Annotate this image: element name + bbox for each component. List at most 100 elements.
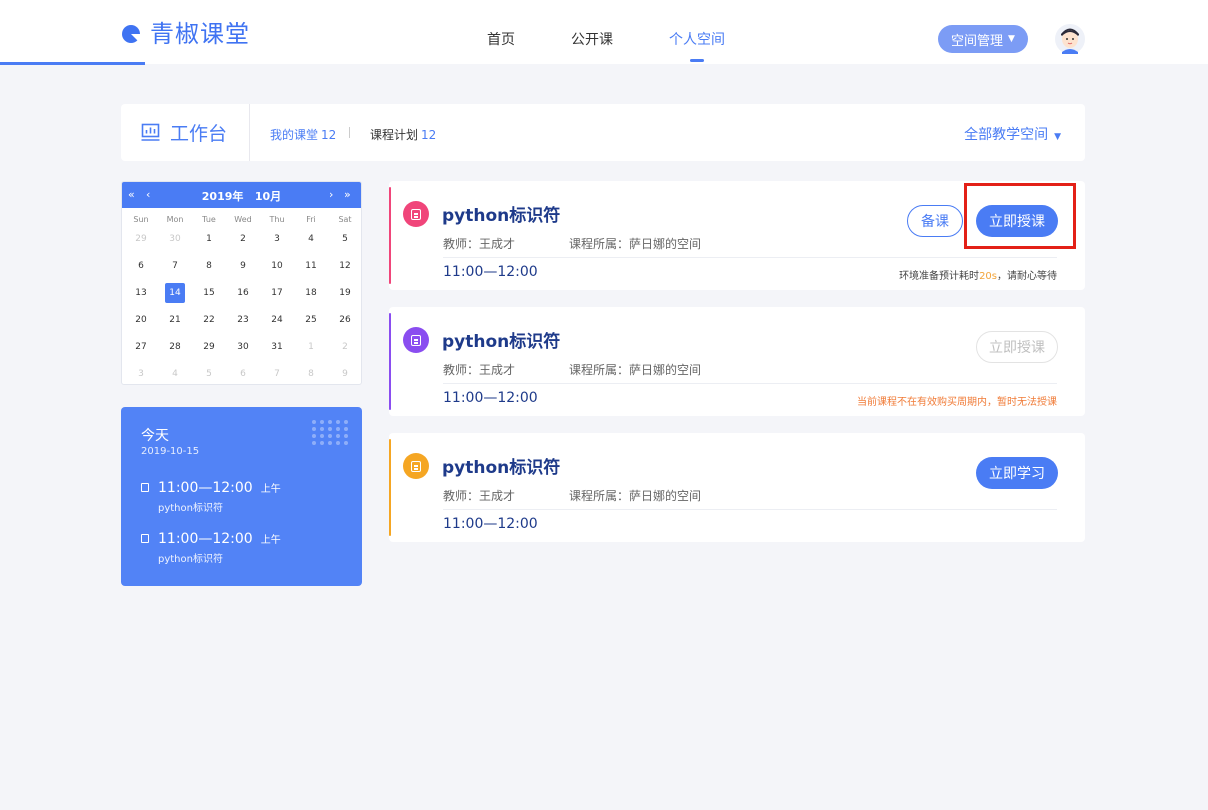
calendar-note-icon xyxy=(141,534,149,543)
logo-text: 青椒课堂 xyxy=(150,20,250,48)
all-spaces-dropdown[interactable]: 全部教学空间 ▼ xyxy=(964,124,1061,144)
calendar-day[interactable]: 18 xyxy=(294,280,328,307)
calendar-day[interactable]: 31 xyxy=(260,334,294,361)
calendar-month: 10月 xyxy=(254,190,282,203)
main-nav: 首页 公开课 个人空间 xyxy=(487,0,781,64)
calendar-day[interactable]: 28 xyxy=(158,334,192,361)
workbench-title: 工作台 xyxy=(141,104,227,161)
calendar-day[interactable]: 9 xyxy=(226,253,260,280)
nav-home[interactable]: 首页 xyxy=(487,0,515,64)
course-book-icon xyxy=(403,453,429,479)
calendar-day[interactable]: 8 xyxy=(192,253,226,280)
today-item-time: 11:00—12:00 上午 xyxy=(158,531,281,547)
calendar-day[interactable]: 30 xyxy=(158,226,192,253)
decor-dot xyxy=(312,434,316,438)
calendar-day[interactable]: 30 xyxy=(226,334,260,361)
decor-dot xyxy=(312,427,316,431)
weekday-label: Wed xyxy=(234,215,252,224)
next-year-icon[interactable]: » xyxy=(344,188,351,201)
calendar-day[interactable]: 2 xyxy=(328,334,361,361)
nav-open-course[interactable]: 公开课 xyxy=(571,0,613,64)
calendar-day[interactable]: 7 xyxy=(158,253,192,280)
divider xyxy=(443,257,1057,258)
calendar-day[interactable]: 7 xyxy=(260,361,294,384)
course-teacher: 教师：王成才 xyxy=(443,237,516,251)
course-title[interactable]: python标识符 xyxy=(442,201,560,226)
calendar-day[interactable]: 14 xyxy=(158,280,192,307)
note-highlight: 20s xyxy=(979,271,997,282)
decor-dot xyxy=(336,420,340,424)
calendar-day[interactable]: 1 xyxy=(294,334,328,361)
next-month-icon[interactable]: › xyxy=(329,188,333,201)
calendar-day[interactable]: 29 xyxy=(192,334,226,361)
weekday-label: Fri xyxy=(306,215,316,224)
calendar: « ‹ 2019年 10月 › » Sun Mon Tue Wed Thu Fri Sat 2… xyxy=(121,181,362,385)
calendar-day[interactable]: 3 xyxy=(124,361,158,384)
calendar-day[interactable]: 22 xyxy=(192,307,226,334)
decor-dot xyxy=(320,434,324,438)
decor-dot xyxy=(320,441,324,445)
calendar-day[interactable]: 17 xyxy=(260,280,294,307)
course-title[interactable]: python标识符 xyxy=(442,453,560,478)
calendar-day[interactable]: 8 xyxy=(294,361,328,384)
calendar-day[interactable]: 25 xyxy=(294,307,328,334)
start-learning-button[interactable]: 立即学习 xyxy=(976,457,1058,489)
weekday-label: Thu xyxy=(269,215,285,224)
calendar-year: 2019年 xyxy=(201,190,244,203)
calendar-day[interactable]: 11 xyxy=(294,253,328,280)
logo[interactable]: 青椒课堂 xyxy=(120,22,250,46)
calendar-day[interactable]: 6 xyxy=(226,361,260,384)
calendar-day[interactable]: 19 xyxy=(328,280,361,307)
course-status-note: 环境准备预计耗时20s，请耐心等待 xyxy=(899,267,1057,282)
calendar-day[interactable]: 27 xyxy=(124,334,158,361)
calendar-day[interactable]: 20 xyxy=(124,307,158,334)
course-book-icon xyxy=(403,327,429,353)
calendar-day[interactable]: 4 xyxy=(158,361,192,384)
nav-personal-space[interactable]: 个人空间 xyxy=(669,0,725,64)
weekday-label: Mon xyxy=(166,215,184,224)
space-management-button[interactable]: 空间管理 ▼ xyxy=(938,25,1028,53)
calendar-day[interactable]: 15 xyxy=(192,280,226,307)
calendar-day[interactable]: 12 xyxy=(328,253,361,280)
calendar-day[interactable]: 6 xyxy=(124,253,158,280)
calendar-day[interactable]: 4 xyxy=(294,226,328,253)
calendar-day[interactable]: 3 xyxy=(260,226,294,253)
calendar-day[interactable]: 9 xyxy=(328,361,361,384)
calendar-day[interactable]: 23 xyxy=(226,307,260,334)
divider xyxy=(443,509,1057,510)
user-avatar[interactable] xyxy=(1055,24,1085,54)
start-teaching-button-disabled[interactable]: 立即授课 xyxy=(976,331,1058,363)
calendar-day[interactable]: 2 xyxy=(226,226,260,253)
today-item-name: python标识符 xyxy=(158,554,223,565)
calendar-day[interactable]: 13 xyxy=(124,280,158,307)
tab-separator xyxy=(349,127,350,138)
calendar-day[interactable]: 1 xyxy=(192,226,226,253)
calendar-day[interactable]: 26 xyxy=(328,307,361,334)
calendar-day[interactable]: 21 xyxy=(158,307,192,334)
highlight-annotation-box xyxy=(964,183,1076,249)
decor-dot xyxy=(328,420,332,424)
today-item-time-text: 11:00—12:00 xyxy=(158,480,253,496)
decor-dot xyxy=(336,434,340,438)
calendar-day[interactable]: 29 xyxy=(124,226,158,253)
decor-dot xyxy=(312,420,316,424)
weekday-label: Sat xyxy=(338,215,352,224)
tab-my-classroom[interactable]: 我的课堂 12 xyxy=(270,126,336,143)
decor-dot xyxy=(336,427,340,431)
prepare-lesson-button[interactable]: 备课 xyxy=(907,205,963,237)
calendar-note-icon xyxy=(141,483,149,492)
calendar-day[interactable]: 16 xyxy=(226,280,260,307)
decor-dot xyxy=(344,434,348,438)
header-accent-bar xyxy=(0,62,145,65)
course-title[interactable]: python标识符 xyxy=(442,327,560,352)
calendar-day[interactable]: 5 xyxy=(192,361,226,384)
decor-dot xyxy=(344,420,348,424)
calendar-day[interactable]: 24 xyxy=(260,307,294,334)
tab-course-plan[interactable]: 课程计划 12 xyxy=(370,126,436,143)
calendar-day[interactable]: 5 xyxy=(328,226,361,253)
course-accent-bar xyxy=(389,313,391,410)
decor-dot xyxy=(328,441,332,445)
dashboard-icon xyxy=(141,123,160,141)
course-accent-bar xyxy=(389,187,391,284)
calendar-day[interactable]: 10 xyxy=(260,253,294,280)
